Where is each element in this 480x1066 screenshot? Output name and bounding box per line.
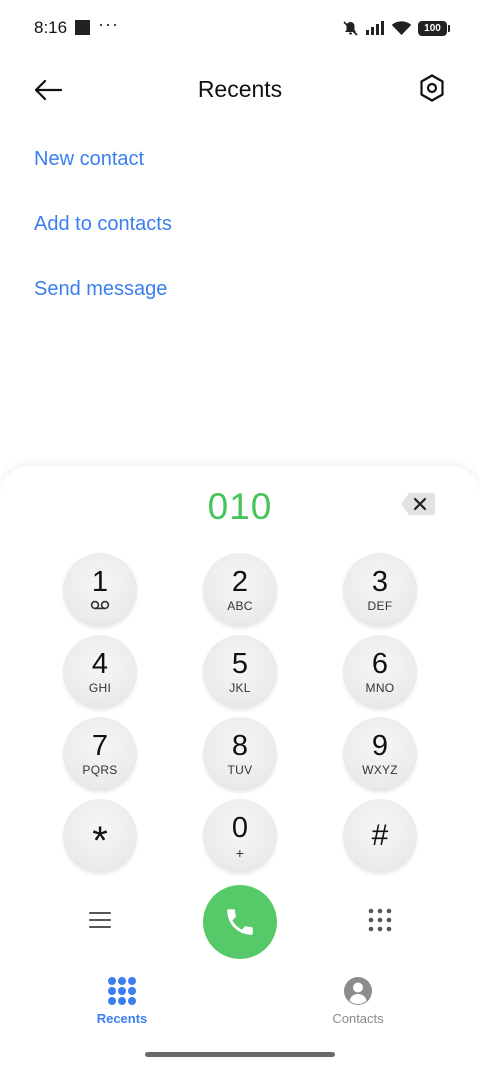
key-4[interactable]: 4 GHI — [63, 635, 137, 709]
backspace-icon — [401, 493, 435, 515]
key-letters: WXYZ — [362, 763, 398, 777]
key-8[interactable]: 8 TUV — [203, 717, 277, 791]
key-2[interactable]: 2 ABC — [203, 553, 277, 627]
nav-tab-contacts[interactable]: Contacts — [298, 976, 418, 1026]
key-hash[interactable]: # — [343, 799, 417, 873]
key-letters: ABC — [227, 599, 253, 613]
silent-bell-icon — [343, 20, 358, 36]
key-7[interactable]: 7 PQRS — [63, 717, 137, 791]
key-5[interactable]: 5 JKL — [203, 635, 277, 709]
wifi-icon — [391, 21, 412, 35]
key-digit: 0 — [231, 812, 249, 844]
add-to-contacts-link[interactable]: Add to contacts — [34, 213, 172, 236]
new-contact-link[interactable]: New contact — [34, 148, 144, 171]
status-bar: 8:16 ··· 100 — [0, 0, 480, 56]
key-digit: 5 — [231, 648, 249, 680]
key-3[interactable]: 3 DEF — [343, 553, 417, 627]
key-letters: GHI — [88, 681, 112, 695]
more-notifications-icon: ··· — [98, 14, 119, 34]
key-letters: TUV — [227, 763, 253, 777]
key-letters: + — [235, 845, 245, 861]
nav-tab-recents[interactable]: Recents — [62, 976, 182, 1026]
voicemail-icon — [90, 599, 110, 613]
key-digit: 9 — [371, 730, 389, 762]
key-letters: PQRS — [82, 763, 118, 777]
backspace-button[interactable] — [400, 492, 436, 516]
key-digit: 2 — [231, 566, 249, 598]
phone-screen: 8:16 ··· 100 Recents New contact Add to … — [0, 0, 480, 1066]
phone-icon — [227, 909, 253, 935]
key-digit: 3 — [371, 566, 389, 598]
home-indicator — [145, 1052, 335, 1057]
nav-label-recents: Recents — [96, 1011, 148, 1026]
key-0[interactable]: 0 + — [203, 799, 277, 873]
bottom-navigation: Recents Contacts — [0, 976, 480, 1036]
settings-button[interactable] — [416, 70, 448, 106]
menu-button[interactable] — [86, 906, 114, 934]
battery-level: 100 — [424, 22, 441, 34]
key-letters: DEF — [367, 599, 393, 613]
battery-icon: 100 — [418, 20, 450, 36]
dialpad-toggle-button[interactable] — [366, 906, 394, 934]
nav-label-contacts: Contacts — [332, 1011, 384, 1026]
page-title: Recents — [197, 76, 283, 102]
key-letters: MNO — [365, 681, 395, 695]
hexagon-gear-icon — [420, 74, 444, 102]
key-digit: 7 — [91, 730, 109, 762]
status-icons: 100 — [342, 17, 450, 39]
key-digit: 1 — [91, 566, 109, 598]
key-6[interactable]: 6 MNO — [343, 635, 417, 709]
key-letters: JKL — [229, 681, 251, 695]
notification-square-icon — [75, 20, 90, 35]
key-digit: * — [92, 819, 108, 863]
key-1[interactable]: 1 — [63, 553, 137, 627]
key-digit: # — [371, 819, 389, 852]
signal-icon — [366, 21, 384, 35]
key-digit: 4 — [91, 648, 109, 680]
status-time: 8:16 — [34, 18, 68, 37]
app-bar: Recents — [0, 60, 480, 120]
person-circle-icon — [344, 977, 372, 1005]
hamburger-menu-icon — [89, 912, 111, 928]
send-message-link[interactable]: Send message — [34, 278, 167, 301]
key-star[interactable]: * — [63, 799, 137, 873]
dialpad-icon — [368, 908, 392, 932]
key-9[interactable]: 9 WXYZ — [343, 717, 417, 791]
key-digit: 8 — [231, 730, 249, 762]
call-button[interactable] — [203, 885, 277, 959]
key-digit: 6 — [371, 648, 389, 680]
dots-grid-icon — [108, 977, 136, 1005]
